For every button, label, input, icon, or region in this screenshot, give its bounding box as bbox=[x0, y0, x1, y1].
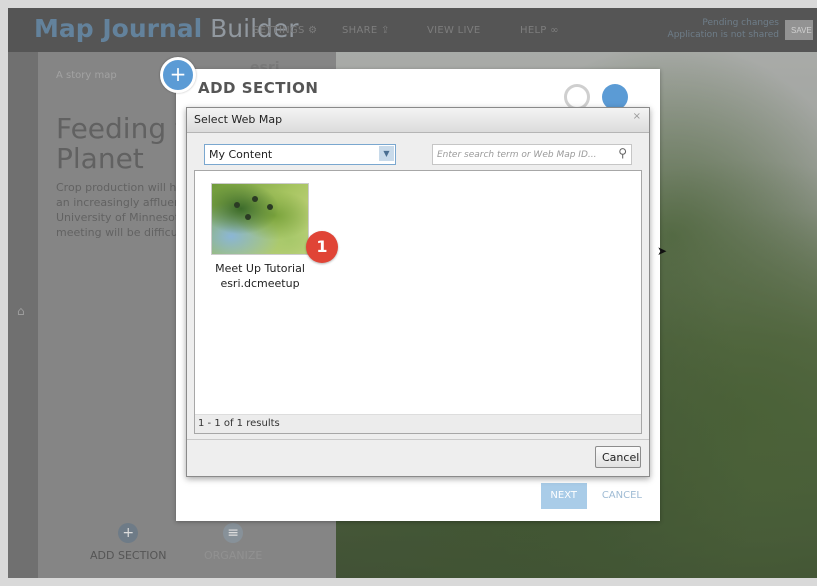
add-section-title: ADD SECTION bbox=[198, 79, 319, 97]
step-badge: 1 bbox=[306, 231, 338, 263]
plus-icon: + bbox=[160, 57, 196, 93]
dialog-footer: Cancel bbox=[187, 439, 649, 476]
add-section-cancel-link[interactable]: CANCEL bbox=[602, 483, 642, 509]
web-map-title: Meet Up Tutorial bbox=[215, 262, 305, 275]
dialog-title: Select Web Map bbox=[194, 113, 283, 126]
mouse-cursor-icon: ➤ bbox=[657, 244, 668, 258]
dialog-header: Select Web Map × bbox=[187, 108, 649, 133]
web-map-owner: esri.dcmeetup bbox=[220, 277, 300, 290]
next-button[interactable]: NEXT bbox=[540, 483, 587, 509]
chevron-down-icon[interactable]: ▼ bbox=[379, 146, 394, 161]
cancel-button[interactable]: Cancel bbox=[595, 446, 641, 468]
map-marker-icon bbox=[267, 204, 273, 210]
search-input[interactable] bbox=[435, 146, 611, 163]
map-marker-icon bbox=[252, 196, 258, 202]
map-journal-builder-app: Map Journal Builder SETTINGS ⚙ SHARE ⇪ V… bbox=[8, 8, 817, 578]
web-map-thumbnail[interactable] bbox=[211, 183, 309, 255]
map-marker-icon bbox=[234, 202, 240, 208]
web-map-search: ⚲ bbox=[432, 144, 632, 165]
results-count: 1 - 1 of 1 results bbox=[195, 414, 641, 433]
content-source-dropdown[interactable]: My Content ▼ bbox=[204, 144, 396, 165]
close-icon[interactable]: × bbox=[633, 111, 641, 122]
add-section-footer: NEXT CANCEL bbox=[540, 483, 642, 509]
search-icon[interactable]: ⚲ bbox=[618, 146, 627, 160]
results-list: Meet Up Tutorial esri.dcmeetup 1 1 - 1 o… bbox=[194, 170, 642, 434]
map-marker-icon bbox=[245, 214, 251, 220]
content-source-value: My Content bbox=[209, 148, 273, 161]
web-map-card[interactable]: Meet Up Tutorial esri.dcmeetup bbox=[211, 183, 309, 291]
select-web-map-dialog: Select Web Map × My Content ▼ ⚲ Meet Up … bbox=[186, 107, 650, 477]
